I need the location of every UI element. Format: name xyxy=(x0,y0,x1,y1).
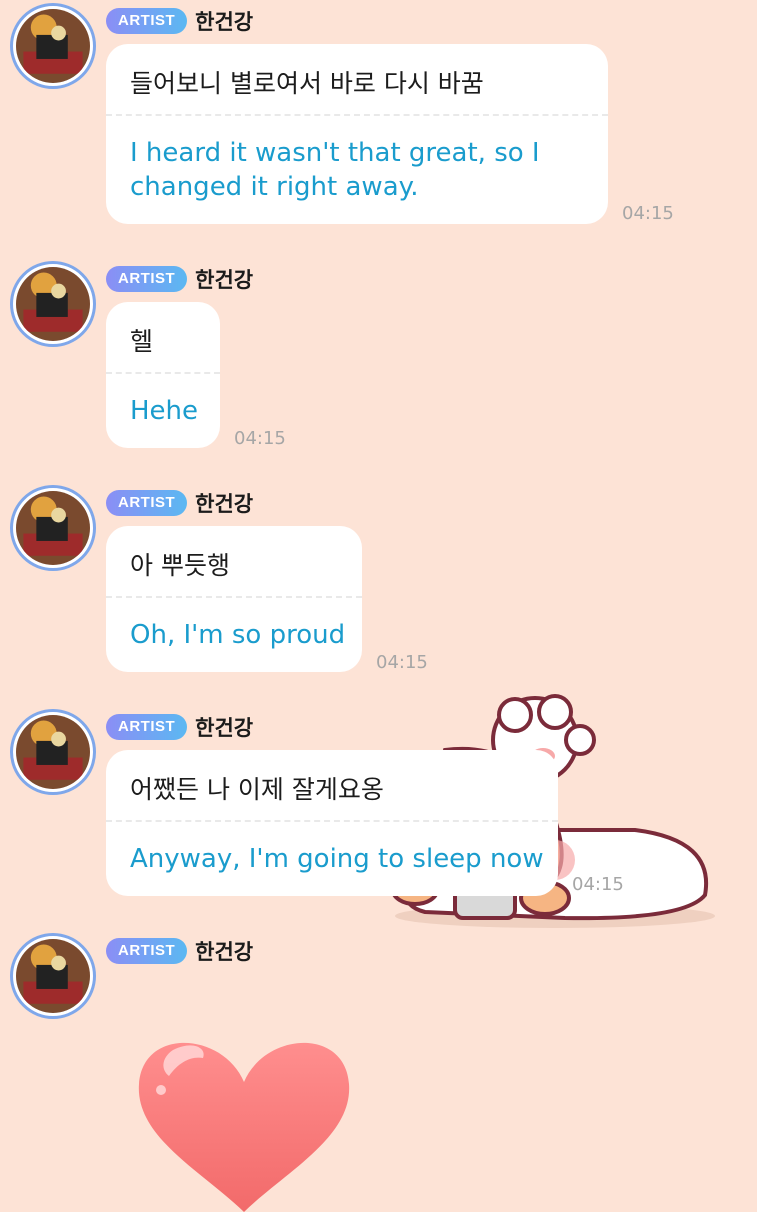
avatar[interactable] xyxy=(10,261,96,347)
message-header: ARTIST 한건강 xyxy=(106,488,253,518)
message-header: ARTIST 한건강 xyxy=(106,264,253,294)
sender-name: 한건강 xyxy=(195,716,254,740)
message-time: 04:15 xyxy=(572,874,624,895)
avatar[interactable] xyxy=(10,933,96,1019)
artist-badge: ARTIST xyxy=(106,490,188,516)
message-bubble[interactable]: 들어보니 별로여서 바로 다시 바꿈 I heard it wasn't tha… xyxy=(106,44,608,224)
message-bubble[interactable]: 헬 Hehe xyxy=(106,302,220,448)
avatar-photo xyxy=(16,715,90,789)
original-text: 헬 xyxy=(130,327,154,356)
sender-name: 한건강 xyxy=(195,268,254,292)
translation-text: Hehe xyxy=(130,396,199,426)
message-bubble[interactable]: 어쨌든 나 이제 잘게요옹 Anyway, I'm going to sleep… xyxy=(106,750,558,896)
avatar-photo xyxy=(16,939,90,1013)
avatar[interactable] xyxy=(10,709,96,795)
artist-badge: ARTIST xyxy=(106,714,188,740)
message-time: 04:15 xyxy=(622,203,674,224)
sender-name: 한건강 xyxy=(195,940,254,964)
sender-name: 한건강 xyxy=(195,10,254,34)
avatar-photo xyxy=(16,491,90,565)
avatar[interactable] xyxy=(10,3,96,89)
avatar[interactable] xyxy=(10,485,96,571)
message-header: ARTIST 한건강 xyxy=(106,712,253,742)
artist-badge: ARTIST xyxy=(106,8,188,34)
translation-text: Anyway, I'm going to sleep now xyxy=(130,844,544,874)
message-time: 04:15 xyxy=(234,428,286,449)
original-text: 아 뿌듯행 xyxy=(130,551,230,580)
message-time: 04:15 xyxy=(376,652,428,673)
message-bubble[interactable]: 아 뿌듯행 Oh, I'm so proud xyxy=(106,526,362,672)
avatar-photo xyxy=(16,9,90,83)
heart-emoji[interactable] xyxy=(133,1022,355,1212)
translation-text: Oh, I'm so proud xyxy=(130,620,346,650)
avatar-photo xyxy=(16,267,90,341)
translation-text: I heard it wasn't that great, so I chang… xyxy=(130,138,540,202)
original-text: 들어보니 별로여서 바로 다시 바꿈 xyxy=(130,69,484,98)
artist-badge: ARTIST xyxy=(106,266,188,292)
message-header: ARTIST 한건강 xyxy=(106,6,253,36)
artist-badge: ARTIST xyxy=(106,938,188,964)
original-text: 어쨌든 나 이제 잘게요옹 xyxy=(130,775,384,804)
message-header: ARTIST 한건강 xyxy=(106,936,253,966)
sender-name: 한건강 xyxy=(195,492,254,516)
